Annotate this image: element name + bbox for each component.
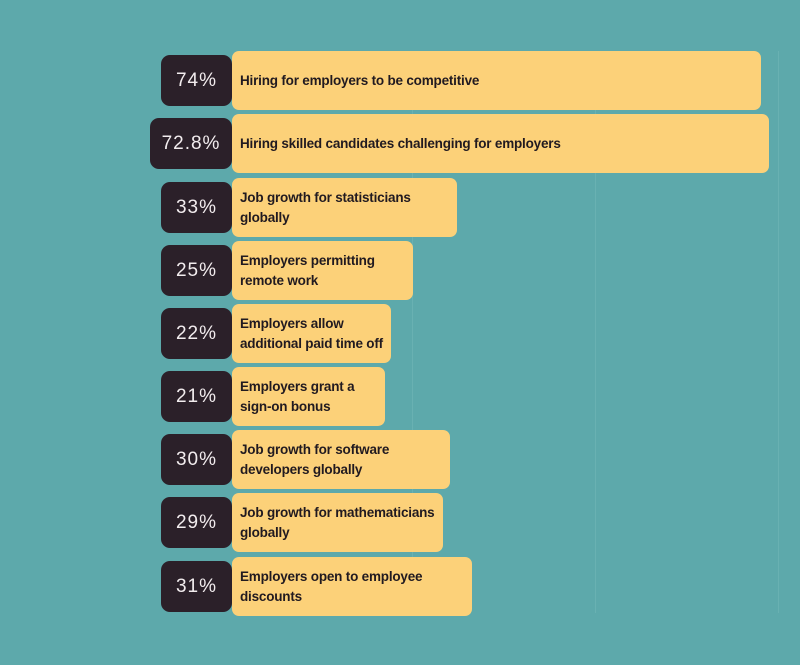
value-badge: 22% xyxy=(161,308,232,359)
bar-row: Job growth for software developers globa… xyxy=(0,430,800,489)
value-badge: 72.8% xyxy=(150,118,232,169)
plot-area: Hiring for employers to be competitive 74… xyxy=(0,0,800,665)
bar-chart: Hiring for employers to be competitive 74… xyxy=(0,0,800,665)
value-badge: 21% xyxy=(161,371,232,422)
bar-label: Hiring skilled candidates challenging fo… xyxy=(240,135,561,151)
bar-row: Job growth for statisticians globally 33% xyxy=(0,178,800,237)
value-badge: 31% xyxy=(161,561,232,612)
bar-label: Hiring for employers to be competitive xyxy=(240,72,480,88)
bar-row: Job growth for mathematicians globally 29… xyxy=(0,493,800,552)
bar-label: Job growth for mathematicians globally xyxy=(240,504,435,540)
bar-label: Job growth for statisticians globally xyxy=(240,189,411,225)
bar-label: Job growth for software developers globa… xyxy=(240,441,390,477)
bar-row: Hiring for employers to be competitive 74… xyxy=(0,51,800,110)
bar-label: Employers grant a sign-on bonus xyxy=(240,378,355,414)
value-badge: 30% xyxy=(161,434,232,485)
bar-label: Employers open to employee discounts xyxy=(240,568,423,604)
bar-row: Employers permitting remote work 25% xyxy=(0,241,800,300)
bar-row: Employers open to employee discounts 31% xyxy=(0,557,800,616)
bar-row: Employers allow additional paid time off… xyxy=(0,304,800,363)
value-badge: 29% xyxy=(161,497,232,548)
bar-row: Hiring skilled candidates challenging fo… xyxy=(0,114,800,173)
bar-label: Employers allow additional paid time off xyxy=(240,315,383,351)
value-badge: 25% xyxy=(161,245,232,296)
value-badge: 74% xyxy=(161,55,232,106)
bar-label: Employers permitting remote work xyxy=(240,252,375,288)
value-badge: 33% xyxy=(161,182,232,233)
bar-row: Employers grant a sign-on bonus 21% xyxy=(0,367,800,426)
